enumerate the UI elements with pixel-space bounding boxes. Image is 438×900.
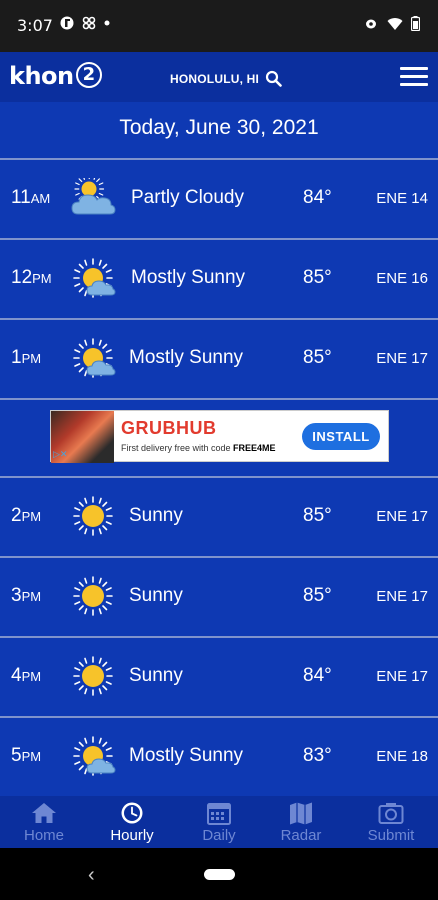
forecast-condition: Partly Cloudy — [131, 187, 244, 208]
forecast-hour: 4PM — [11, 665, 42, 686]
ad-choices-icon[interactable]: ▷✕ — [53, 449, 67, 460]
forecast-wind: ENE 14 — [376, 190, 428, 207]
forecast-row[interactable]: 12PM Mostly Sunny 85° ENE 16 — [0, 238, 438, 316]
app-header: khon 2 HONOLULU, HI — [0, 52, 438, 102]
forecast-hour: 2PM — [11, 505, 42, 526]
forecast-wind: ENE 18 — [376, 748, 428, 765]
ad-banner[interactable]: ▷✕ GRUBHUB First delivery free with code… — [50, 410, 389, 463]
forecast-condition: Mostly Sunny — [129, 347, 244, 368]
forecast-condition: Mostly Sunny — [129, 745, 244, 766]
status-notification-icons — [60, 16, 110, 30]
nav-home-label: Home — [23, 827, 64, 844]
status-system-icons — [363, 16, 420, 31]
map-icon — [290, 802, 312, 825]
sunny-icon — [73, 656, 113, 696]
forecast-temp: 85° — [303, 585, 332, 606]
search-icon[interactable] — [265, 70, 282, 87]
clock-icon — [121, 802, 143, 824]
forecast-temp: 83° — [303, 745, 332, 766]
mostly-sunny-icon — [73, 736, 116, 776]
bottom-nav: Home Hourly Daily Radar Submit — [0, 796, 438, 848]
logo-text: khon — [9, 62, 74, 90]
camera-icon — [378, 803, 404, 824]
forecast-wind: ENE 17 — [376, 668, 428, 685]
forecast-row[interactable]: 4PM Sunny 84° ENE 17 — [0, 636, 438, 714]
calendar-icon — [207, 803, 231, 825]
nav-hourly-label: Hourly — [110, 827, 154, 844]
forecast-temp: 84° — [303, 187, 332, 208]
forecast-hour: 3PM — [11, 585, 42, 606]
forecast-temp: 85° — [303, 505, 332, 526]
forecast-hour: 5PM — [11, 745, 42, 766]
mostly-sunny-icon — [73, 338, 116, 378]
ad-row: ▷✕ GRUBHUB First delivery free with code… — [0, 398, 438, 476]
forecast-condition: Mostly Sunny — [131, 267, 246, 288]
date-title: Today, June 30, 2021 — [119, 116, 319, 139]
vibrate-icon — [366, 19, 376, 28]
forecast-row[interactable]: 3PM Sunny 85° ENE 17 — [0, 556, 438, 634]
hourly-forecast: Today, June 30, 2021 11AM Partly Cloudy … — [0, 102, 438, 796]
forecast-temp: 84° — [303, 665, 332, 686]
forecast-hour: 12PM — [11, 267, 52, 288]
system-nav-bar: ‹ — [0, 848, 438, 900]
ad-brand: GRUBHUB — [121, 418, 217, 438]
forecast-hour: 11AM — [11, 187, 51, 208]
forecast-hour: 1PM — [11, 347, 42, 368]
hamburger-menu-icon[interactable] — [400, 67, 428, 87]
nav-submit[interactable]: Submit — [347, 796, 435, 848]
dot-icon — [104, 20, 110, 26]
forecast-temp: 85° — [303, 347, 332, 368]
logo-number: 2 — [75, 62, 102, 88]
location-label: HONOLULU, HI — [170, 71, 260, 86]
forecast-wind: ENE 17 — [376, 588, 428, 605]
home-pill[interactable] — [204, 869, 235, 880]
forecast-row[interactable]: 11AM Partly Cloudy 84° ENE 14 — [0, 158, 438, 236]
forecast-wind: ENE 17 — [376, 508, 428, 525]
khon2-logo[interactable]: khon 2 — [9, 62, 102, 90]
nav-hourly[interactable]: Hourly — [88, 796, 176, 848]
wifi-icon — [387, 17, 403, 30]
forecast-condition: Sunny — [129, 505, 183, 526]
nav-radar[interactable]: Radar — [257, 796, 345, 848]
nav-submit-label: Submit — [367, 827, 415, 844]
location-selector[interactable]: HONOLULU, HI — [170, 70, 282, 87]
forecast-wind: ENE 16 — [376, 270, 428, 287]
forecast-row[interactable]: 5PM Mostly Sunny 83° ENE 18 — [0, 716, 438, 794]
forecast-condition: Sunny — [129, 665, 183, 686]
battery-icon — [411, 16, 420, 31]
ad-subtext: First delivery free with code FREE4ME — [121, 443, 276, 453]
nav-daily[interactable]: Daily — [175, 796, 263, 848]
forecast-temp: 85° — [303, 267, 332, 288]
forecast-row[interactable]: 2PM Sunny 85° ENE 17 — [0, 476, 438, 554]
mostly-sunny-icon — [73, 258, 116, 298]
partly-cloudy-icon — [71, 178, 116, 215]
fan-icon — [82, 16, 96, 30]
notification-app-icon — [60, 16, 74, 30]
sunny-icon — [73, 496, 113, 536]
forecast-wind: ENE 17 — [376, 350, 428, 367]
nav-home[interactable]: Home — [0, 796, 88, 848]
forecast-condition: Sunny — [129, 585, 183, 606]
ad-install-button[interactable]: INSTALL — [302, 423, 380, 450]
nav-daily-label: Daily — [202, 827, 236, 844]
back-chevron-icon[interactable]: ‹ — [88, 864, 95, 887]
sunny-icon — [73, 576, 113, 616]
nav-radar-label: Radar — [280, 827, 322, 844]
forecast-row[interactable]: 1PM Mostly Sunny 85° ENE 17 — [0, 318, 438, 396]
status-bar: 3:07 — [0, 0, 438, 52]
home-icon — [32, 803, 56, 823]
status-time: 3:07 — [17, 16, 53, 35]
